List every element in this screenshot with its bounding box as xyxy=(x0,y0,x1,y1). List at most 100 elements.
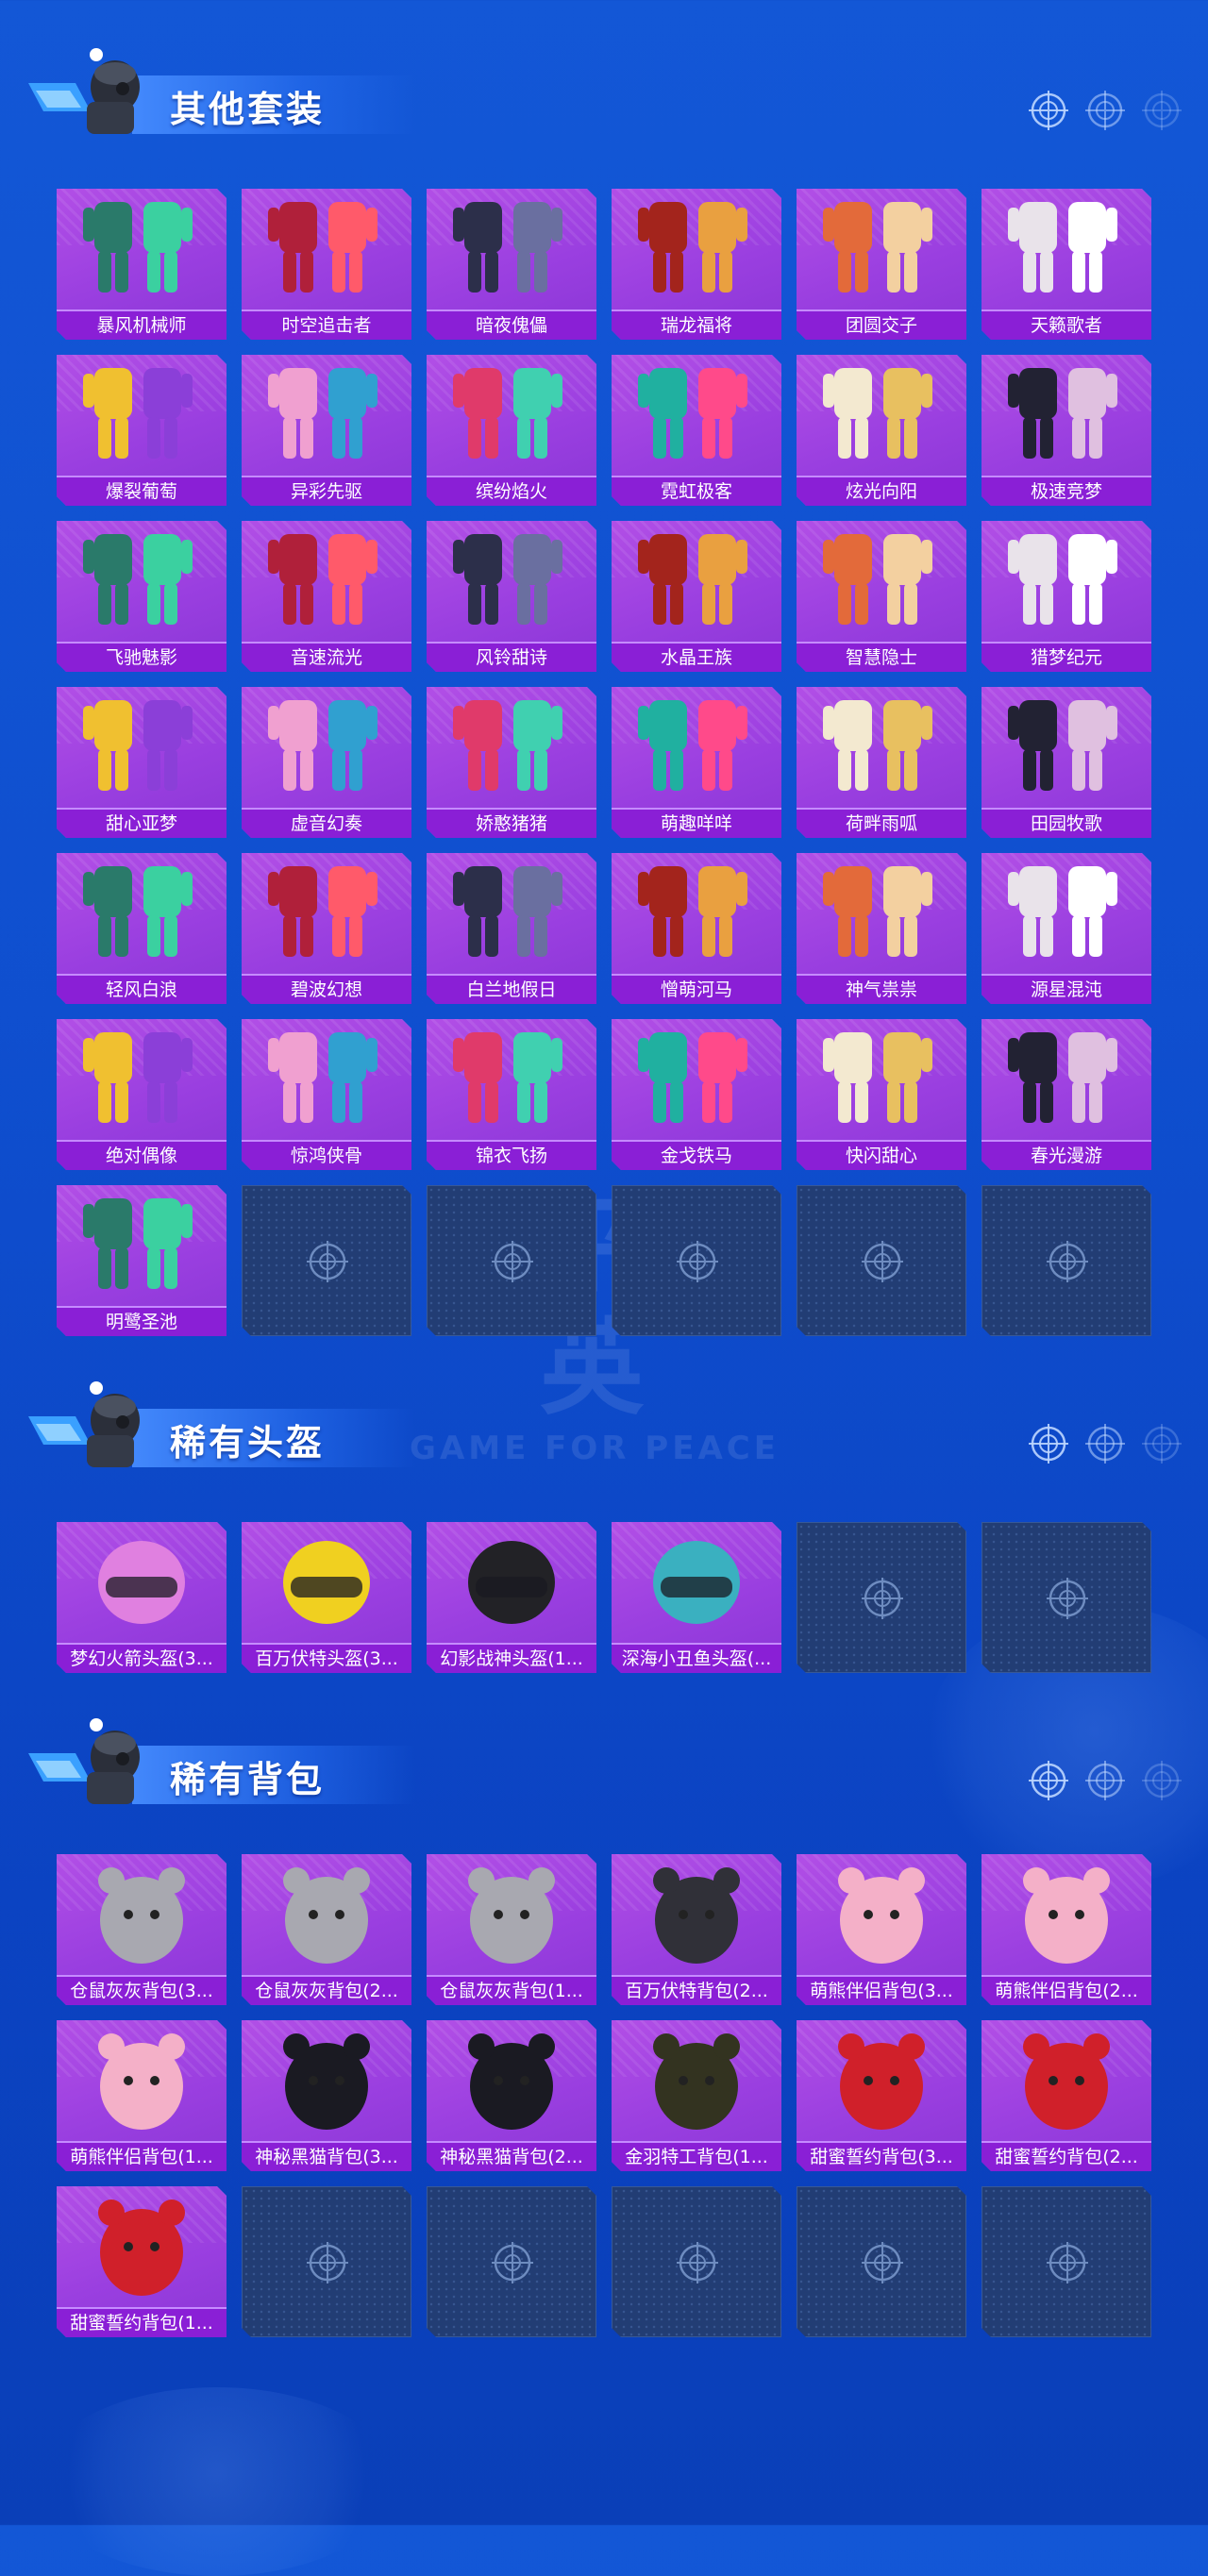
item-label: 缤纷焰火 xyxy=(427,476,596,506)
outfit-item[interactable]: 团圆交子 xyxy=(797,189,966,340)
outfit-item[interactable]: 异彩先驱 xyxy=(242,355,411,506)
outfit-item[interactable]: 飞驰魅影 xyxy=(57,521,226,672)
backpack-item[interactable]: 仓鼠灰灰背包(3... xyxy=(57,1854,226,2005)
item-image xyxy=(1008,866,1117,957)
outfit-item[interactable]: 暗夜傀儡 xyxy=(427,189,596,340)
outfit-item[interactable]: 猎梦纪元 xyxy=(982,521,1151,672)
backpack-item[interactable]: 仓鼠灰灰背包(1... xyxy=(427,1854,596,2005)
backpack-item[interactable]: 萌熊伴侣背包(3... xyxy=(797,1854,966,2005)
helmet-item[interactable]: 深海小丑鱼头盔(... xyxy=(612,1522,781,1673)
backpack-item[interactable]: 金羽特工背包(1... xyxy=(612,2020,781,2171)
crosshair-icon xyxy=(1142,1424,1182,1464)
outfit-item[interactable]: 惊鸿侠骨 xyxy=(242,1019,411,1170)
empty-slot xyxy=(427,1185,596,1336)
empty-slot xyxy=(982,1185,1151,1336)
outfit-item[interactable]: 瑞龙福将 xyxy=(612,189,781,340)
backpack-item[interactable]: 萌熊伴侣背包(2... xyxy=(982,1854,1151,2005)
backpack-image xyxy=(838,1867,925,1964)
backpack-image xyxy=(1023,2033,1110,2130)
crosshair-icon xyxy=(1047,1241,1088,1282)
backpack-item[interactable]: 神秘黑猫背包(2... xyxy=(427,2020,596,2171)
outfit-item[interactable]: 荷畔雨呱 xyxy=(797,687,966,838)
section-title: 稀有背包 xyxy=(170,1759,326,1800)
item-label: 霓虹极客 xyxy=(612,476,781,506)
crosshair-icon xyxy=(862,1578,903,1619)
item-label: 百万伏特背包(2... xyxy=(612,1975,781,2005)
crosshair-icon xyxy=(1029,1761,1068,1800)
outfit-item[interactable]: 缤纷焰火 xyxy=(427,355,596,506)
outfit-item[interactable]: 炫光向阳 xyxy=(797,355,966,506)
item-label: 快闪甜心 xyxy=(797,1140,966,1170)
outfit-item[interactable]: 快闪甜心 xyxy=(797,1019,966,1170)
outfit-item[interactable]: 源星混沌 xyxy=(982,853,1151,1004)
outfit-item[interactable]: 萌趣咩咩 xyxy=(612,687,781,838)
outfit-item[interactable]: 绝对偶像 xyxy=(57,1019,226,1170)
crosshair-icon xyxy=(1085,91,1125,130)
outfit-item[interactable]: 春光漫游 xyxy=(982,1019,1151,1170)
item-label: 白兰地假日 xyxy=(427,974,596,1004)
outfit-item[interactable]: 虚音幻奏 xyxy=(242,687,411,838)
outfit-item[interactable]: 田园牧歌 xyxy=(982,687,1151,838)
backpack-image xyxy=(98,2033,185,2130)
item-image xyxy=(453,368,562,459)
section-rare-backpacks: 稀有背包 仓鼠灰灰背包(3... 仓鼠灰灰背包(2... 仓鼠灰灰背包(1... 百万… xyxy=(0,1717,1208,2337)
outfit-item[interactable]: 智慧隐士 xyxy=(797,521,966,672)
backpack-item[interactable]: 神秘黑猫背包(3... xyxy=(242,2020,411,2171)
backpack-item[interactable]: 甜蜜誓约背包(1... xyxy=(57,2186,226,2337)
helmet-item[interactable]: 幻影战神头盔(1... xyxy=(427,1522,596,1673)
item-label: 风铃甜诗 xyxy=(427,642,596,672)
empty-slot xyxy=(612,1185,781,1336)
section-other-outfits: 其他套装 暴风机械师 时空追击者 暗夜傀儡 瑞龙福将 团圆交子 天籁歌者 爆裂葡萄 异彩先驱缤… xyxy=(0,47,1208,1336)
backpack-item[interactable]: 萌熊伴侣背包(1... xyxy=(57,2020,226,2171)
backpack-image xyxy=(653,1867,740,1964)
backpack-item[interactable]: 百万伏特背包(2... xyxy=(612,1854,781,2005)
item-label: 暗夜傀儡 xyxy=(427,309,596,340)
outfit-item[interactable]: 时空追击者 xyxy=(242,189,411,340)
item-label: 虚音幻奏 xyxy=(242,808,411,838)
item-label: 幻影战神头盔(1... xyxy=(427,1643,596,1673)
outfit-item[interactable]: 明鹭圣池 xyxy=(57,1185,226,1336)
empty-slot xyxy=(982,1522,1151,1673)
empty-slot xyxy=(797,1522,966,1673)
crosshair-icon xyxy=(1142,91,1182,130)
backpack-image xyxy=(838,2033,925,2130)
outfit-item[interactable]: 白兰地假日 xyxy=(427,853,596,1004)
helmet-item[interactable]: 梦幻火箭头盔(3... xyxy=(57,1522,226,1673)
outfit-item[interactable]: 娇憨猪猪 xyxy=(427,687,596,838)
outfit-item[interactable]: 憎萌河马 xyxy=(612,853,781,1004)
backpack-item[interactable]: 仓鼠灰灰背包(2... xyxy=(242,1854,411,2005)
item-label: 瑞龙福将 xyxy=(612,309,781,340)
outfit-item[interactable]: 音速流光 xyxy=(242,521,411,672)
crosshair-icon xyxy=(677,1241,718,1282)
item-label: 时空追击者 xyxy=(242,309,411,340)
outfit-item[interactable]: 极速竞梦 xyxy=(982,355,1151,506)
item-label: 炫光向阳 xyxy=(797,476,966,506)
outfit-item[interactable]: 天籁歌者 xyxy=(982,189,1151,340)
outfit-item[interactable]: 金戈铁马 xyxy=(612,1019,781,1170)
outfit-item[interactable]: 轻风白浪 xyxy=(57,853,226,1004)
backpack-item[interactable]: 甜蜜誓约背包(2... xyxy=(982,2020,1151,2171)
outfit-item[interactable]: 碧波幻想 xyxy=(242,853,411,1004)
outfit-item[interactable]: 神气祟祟 xyxy=(797,853,966,1004)
outfit-item[interactable]: 爆裂葡萄 xyxy=(57,355,226,506)
item-grid: 仓鼠灰灰背包(3... 仓鼠灰灰背包(2... 仓鼠灰灰背包(1... 百万伏特背包(… xyxy=(57,1854,1151,2337)
backpack-image xyxy=(283,2033,370,2130)
outfit-item[interactable]: 暴风机械师 xyxy=(57,189,226,340)
helmet-image xyxy=(653,1541,740,1624)
item-image xyxy=(638,1032,747,1123)
item-image xyxy=(83,534,193,625)
helmet-item[interactable]: 百万伏特头盔(3... xyxy=(242,1522,411,1673)
backpack-item[interactable]: 甜蜜誓约背包(3... xyxy=(797,2020,966,2171)
outfit-item[interactable]: 风铃甜诗 xyxy=(427,521,596,672)
item-image xyxy=(823,700,932,791)
outfit-item[interactable]: 水晶王族 xyxy=(612,521,781,672)
item-label: 金羽特工背包(1... xyxy=(612,2141,781,2171)
outfit-item[interactable]: 霓虹极客 xyxy=(612,355,781,506)
item-label: 萌熊伴侣背包(3... xyxy=(797,1975,966,2005)
item-label: 田园牧歌 xyxy=(982,808,1151,838)
crosshair-decoration xyxy=(1029,1761,1182,1800)
outfit-item[interactable]: 锦衣飞扬 xyxy=(427,1019,596,1170)
outfit-item[interactable]: 甜心亚梦 xyxy=(57,687,226,838)
item-label: 仓鼠灰灰背包(2... xyxy=(242,1975,411,2005)
backpack-image xyxy=(98,2200,185,2296)
